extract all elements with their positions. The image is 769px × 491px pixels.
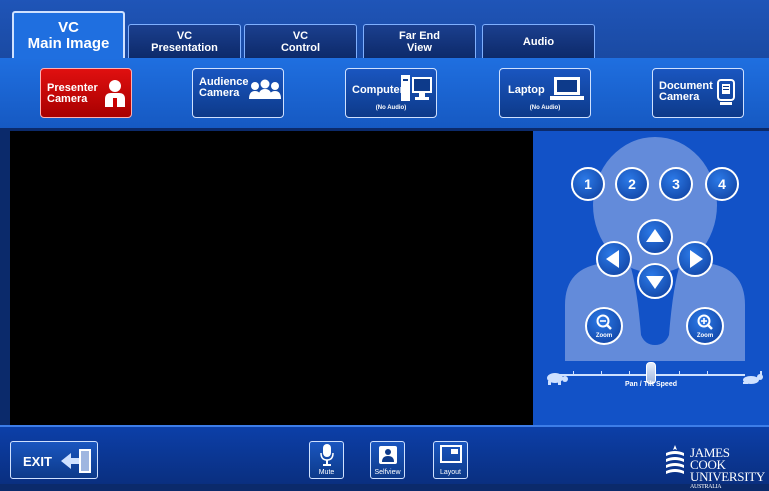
- source-computer[interactable]: Computer (No Audio): [345, 68, 437, 118]
- tab-bar: VC Main Image VC Presentation VC Control Fa…: [0, 0, 769, 59]
- rabbit-icon: [743, 371, 763, 384]
- logo-text-line2: UNIVERSITY: [690, 469, 765, 484]
- source-label-line1: Computer: [352, 84, 404, 96]
- presenter-icon: [105, 80, 125, 107]
- tab-label-line2: Control: [280, 41, 321, 54]
- selfview-icon: [379, 446, 397, 464]
- selfview-label: Selfview: [374, 469, 401, 476]
- mute-button[interactable]: Mute: [309, 441, 344, 479]
- source-sublabel: (No Audio): [529, 105, 561, 111]
- zoom-out-button[interactable]: Zoom: [585, 307, 623, 345]
- preset-1-button[interactable]: 1: [571, 167, 605, 201]
- layout-button[interactable]: Layout: [433, 441, 468, 479]
- laptop-icon: [550, 77, 584, 100]
- zoom-in-button[interactable]: Zoom: [686, 307, 724, 345]
- source-label-line1: Laptop: [508, 84, 545, 96]
- slider-tick: [679, 371, 680, 376]
- slider-tick: [707, 371, 708, 376]
- tab-label-line1: Far End: [399, 29, 440, 42]
- source-strip: Presenter Camera Audience Camera Computer …: [0, 58, 769, 128]
- tab-label-line2: Main Image: [27, 35, 110, 52]
- tilt-down-button[interactable]: [637, 263, 673, 299]
- mute-label: Mute: [318, 469, 335, 476]
- source-laptop[interactable]: Laptop (No Audio): [499, 68, 591, 118]
- logo-crest-icon: [666, 445, 684, 474]
- selfview-button[interactable]: Selfview: [370, 441, 405, 479]
- tab-label-line2: View: [407, 41, 432, 54]
- computer-icon: [401, 75, 432, 101]
- preset-label: 4: [718, 176, 726, 192]
- slider-tick: [629, 371, 630, 376]
- microphone-icon: [320, 444, 334, 466]
- source-label-line2: Camera: [199, 87, 240, 99]
- logo-text-line3: AUSTRALIA: [690, 484, 722, 490]
- preset-4-button[interactable]: 4: [705, 167, 739, 201]
- source-sublabel: (No Audio): [375, 105, 407, 111]
- tab-label-line1: VC: [292, 29, 309, 42]
- pan-right-button[interactable]: [677, 241, 713, 277]
- video-preview: [10, 131, 533, 425]
- tab-label-line1: VC: [176, 29, 193, 42]
- zoom-in-icon: [697, 314, 713, 330]
- source-presenter-camera[interactable]: Presenter Camera: [40, 68, 132, 118]
- source-label-line2: Camera: [659, 91, 700, 103]
- source-document-camera[interactable]: Document Camera: [652, 68, 744, 118]
- bottom-bar: EXIT Mute Selfview Layout JAMES COOK UNI…: [0, 425, 769, 490]
- arrow-down-icon: [646, 276, 664, 289]
- tab-audio[interactable]: Audio: [482, 24, 595, 58]
- tab-vc-main-image[interactable]: VC Main Image: [12, 11, 125, 59]
- layout-label: Layout: [439, 469, 462, 476]
- layout-icon: [440, 445, 462, 463]
- preset-label: 3: [672, 176, 680, 192]
- exit-door-icon: [61, 449, 91, 473]
- arrow-up-icon: [646, 229, 664, 242]
- zoom-out-icon: [596, 314, 612, 330]
- zoom-out-label: Zoom: [595, 333, 613, 339]
- tab-far-end-view[interactable]: Far End View: [363, 24, 476, 58]
- source-audience-camera[interactable]: Audience Camera: [192, 68, 284, 118]
- preset-2-button[interactable]: 2: [615, 167, 649, 201]
- slider-tick: [573, 371, 574, 376]
- preset-label: 2: [628, 176, 636, 192]
- arrow-left-icon: [606, 250, 619, 268]
- camera-control-panel: 1 2 3 4 Zoom Zoom Pan / Tilt Speed: [533, 131, 769, 425]
- audience-icon: [249, 79, 281, 99]
- slider-tick: [601, 371, 602, 376]
- tab-label-line1: Audio: [522, 35, 555, 48]
- university-logo: JAMES COOK UNIVERSITY AUSTRALIA: [664, 443, 768, 490]
- tab-vc-presentation[interactable]: VC Presentation: [128, 24, 241, 58]
- exit-button[interactable]: EXIT: [10, 441, 98, 479]
- preset-label: 1: [584, 176, 592, 192]
- speed-label: Pan / Tilt Speed: [625, 381, 677, 388]
- tab-label-line2: Presentation: [151, 41, 218, 54]
- source-label-line2: Camera: [47, 93, 88, 105]
- tab-label-line1: VC: [58, 19, 79, 36]
- exit-label: EXIT: [23, 454, 52, 469]
- pan-left-button[interactable]: [596, 241, 632, 277]
- zoom-in-label: Zoom: [696, 333, 714, 339]
- preset-3-button[interactable]: 3: [659, 167, 693, 201]
- logo-text-line1: JAMES COOK: [690, 445, 730, 472]
- tab-vc-control[interactable]: VC Control: [244, 24, 357, 58]
- document-camera-icon: [717, 79, 735, 105]
- arrow-right-icon: [690, 250, 703, 268]
- tilt-up-button[interactable]: [637, 219, 673, 255]
